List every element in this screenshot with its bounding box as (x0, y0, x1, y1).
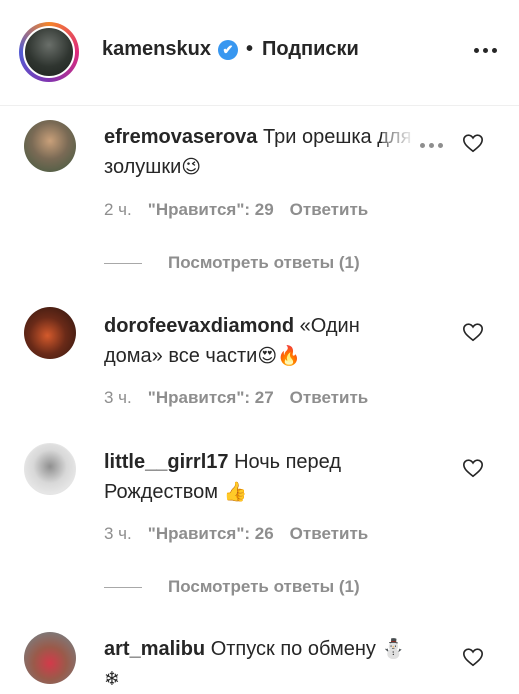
reply-button[interactable]: Ответить (290, 200, 369, 220)
following-button[interactable]: Подписки (262, 38, 359, 61)
more-horizontal-icon[interactable] (420, 143, 443, 148)
post-header: kamenskux ✔ • Подписки (0, 0, 519, 106)
verified-badge-icon: ✔ (218, 40, 238, 60)
comment-meta: 3 ч. "Нравится": 26 Ответить (104, 524, 368, 544)
story-ring[interactable] (19, 22, 79, 82)
heart-icon[interactable] (462, 457, 484, 479)
comment-text: art_malibu Отпуск по обмену ⛄ ❄ (104, 634, 424, 694)
comment-likes[interactable]: "Нравится": 29 (148, 200, 274, 220)
view-replies-label[interactable]: Посмотреть ответы (1) (168, 253, 360, 273)
comment-time[interactable]: 3 ч. (104, 524, 132, 544)
commenter-avatar[interactable] (24, 443, 76, 495)
comment-text: efremovaserova Три орешка для золушки😉 (104, 122, 424, 182)
more-options-icon[interactable] (474, 48, 497, 53)
view-replies-button[interactable]: Посмотреть ответы (1) (104, 577, 360, 597)
comment-username[interactable]: art_malibu (104, 638, 205, 660)
reply-button[interactable]: Ответить (290, 524, 369, 544)
view-replies-button[interactable]: Посмотреть ответы (1) (104, 253, 360, 273)
comment-username[interactable]: little__girrl17 (104, 451, 229, 473)
heart-icon[interactable] (462, 646, 484, 668)
wink-emoji: 😉 (181, 156, 202, 178)
replies-divider (104, 262, 142, 264)
commenter-avatar[interactable] (24, 120, 76, 172)
comment-text: little__girrl17 Ночь перед Рождеством 👍 (104, 447, 424, 507)
heart-icon[interactable] (462, 321, 484, 343)
comment-meta: 2 ч. "Нравится": 29 Ответить (104, 200, 368, 220)
comment-meta: 3 ч. "Нравится": 27 Ответить (104, 388, 368, 408)
comment-time[interactable]: 3 ч. (104, 388, 132, 408)
thumbs-up-emoji: 👍 (223, 481, 248, 503)
comment-options[interactable] (382, 130, 452, 160)
heart-eyes-fire-emoji: 😍🔥 (257, 345, 301, 367)
author-avatar[interactable] (23, 26, 75, 78)
heart-icon[interactable] (462, 132, 484, 154)
author-username[interactable]: kamenskux (102, 38, 211, 61)
commenter-avatar[interactable] (24, 307, 76, 359)
comment-body: Отпуск по обмену (210, 638, 376, 660)
view-replies-label[interactable]: Посмотреть ответы (1) (168, 577, 360, 597)
comment-likes[interactable]: "Нравится": 27 (148, 388, 274, 408)
replies-divider (104, 586, 142, 588)
reply-button[interactable]: Ответить (290, 388, 369, 408)
comment-username[interactable]: dorofeevaxdiamond (104, 315, 294, 337)
comment-username[interactable]: efremovaserova (104, 126, 257, 148)
header-separator: • (246, 38, 254, 60)
comment-text: dorofeevaxdiamond «Один дома» все части😍… (104, 311, 424, 371)
comment-time[interactable]: 2 ч. (104, 200, 132, 220)
comment-likes[interactable]: "Нравится": 26 (148, 524, 274, 544)
commenter-avatar[interactable] (24, 632, 76, 684)
